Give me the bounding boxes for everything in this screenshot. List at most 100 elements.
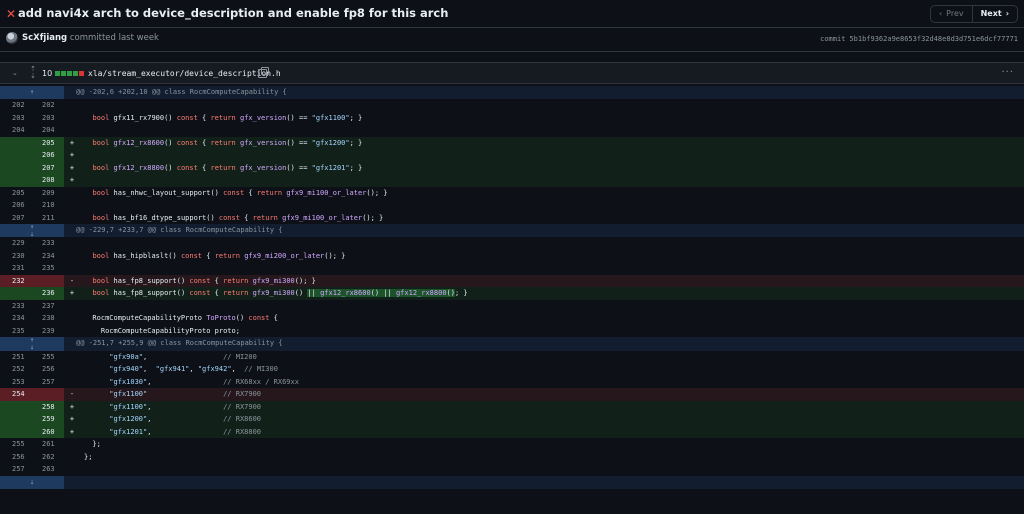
new-line-number[interactable]: 209 [32,187,64,200]
new-line-number[interactable]: 235 [32,262,64,275]
old-line-number[interactable]: 207 [0,212,32,225]
new-line-number[interactable] [32,388,64,401]
new-line-number[interactable]: 258 [32,400,64,414]
old-line-number[interactable]: 232 [0,274,32,288]
diff-sign: + [69,151,75,160]
new-line-number[interactable]: 237 [32,300,64,313]
old-line-number[interactable]: 235 [0,325,32,338]
new-line-number[interactable]: 204 [32,124,64,137]
expand-hunk-icon[interactable]: ⇡ ⇣ [0,336,64,351]
old-line-number[interactable]: 251 [0,351,32,364]
old-line-number[interactable] [0,161,32,175]
diffstat-square [61,71,66,76]
new-line-number[interactable]: 205 [32,136,64,150]
failed-status-icon[interactable]: ✕ [6,8,16,20]
diff-line-context: 230 234 bool has_hipblaslt() const { retu… [0,250,1024,263]
new-line-number[interactable]: 206 [32,149,64,162]
old-line-number[interactable]: 230 [0,250,32,263]
diff-sign [64,212,80,225]
new-line-number[interactable]: 210 [32,199,64,212]
diff-sign [64,351,80,364]
old-line-number[interactable]: 254 [0,388,32,401]
old-line-number[interactable]: 202 [0,99,32,112]
new-line-number[interactable]: 261 [32,438,64,451]
old-line-number[interactable]: 206 [0,199,32,212]
author-name[interactable]: ScXfjiang [22,33,67,43]
diff-sign [64,124,80,137]
diff-sign [64,312,80,325]
new-line-number[interactable]: 207 [32,161,64,175]
new-line-number[interactable]: 208 [32,174,64,187]
old-line-number[interactable]: 253 [0,376,32,389]
diff-sign: + [69,163,75,172]
diff-sign [64,438,80,451]
new-line-number[interactable]: 256 [32,363,64,376]
diff-line-added: 205 + bool gfx12_rx8600() const { return … [0,136,1024,150]
new-line-number[interactable]: 262 [32,451,64,464]
code-text: "gfx1201", // RX8800 [109,427,262,436]
old-line-number[interactable] [0,287,32,300]
code-text: "gfx940", "gfx941", "gfx942", // MI300 [109,365,278,374]
old-line-number[interactable]: 234 [0,312,32,325]
expand-down-icon[interactable]: ⇣ [0,475,64,489]
code-text: bool has_bf16_dtype_support() const { re… [92,213,384,222]
chevron-down-icon[interactable]: ⌄ [12,69,20,77]
expand-hunk-icon[interactable]: ⇡ ⇣ [0,223,64,238]
diff-sign: + [69,427,75,436]
old-line-number[interactable]: 231 [0,262,32,275]
old-line-number[interactable] [0,413,32,426]
old-line-number[interactable]: 229 [0,237,32,250]
old-line-number[interactable]: 256 [0,451,32,464]
diff-sign [64,237,80,250]
file-path[interactable]: xla/stream_executor/device_description.h [88,69,281,78]
new-line-number[interactable]: 260 [32,425,64,439]
copy-icon[interactable] [258,67,269,78]
new-line-number[interactable]: 234 [32,250,64,263]
code-text: "gfx1030", // RX68xx / RX69xx [109,377,299,386]
expand-all-icon[interactable]: ⇡ ⇣ [28,66,38,80]
old-line-number[interactable]: 255 [0,438,32,451]
new-line-number[interactable]: 238 [32,312,64,325]
new-line-number[interactable]: 259 [32,413,64,426]
author-info: ScXfjiang committed last week [22,33,159,43]
old-line-number[interactable]: 252 [0,363,32,376]
new-line-number[interactable]: 202 [32,99,64,112]
diff-sign [64,199,80,212]
code-text: bool has_nhwc_layout_support() const { r… [92,188,388,197]
new-line-number[interactable]: 255 [32,351,64,364]
diff-line-context: 251 255 "gfx90a", // MI200 [0,351,1024,364]
diff-line-context: 202 202 [0,99,1024,112]
new-line-number[interactable]: 239 [32,325,64,338]
old-line-number[interactable]: 204 [0,124,32,137]
new-line-number[interactable]: 203 [32,112,64,125]
code-text: "gfx1100", // RX7900 [109,402,262,411]
old-line-number[interactable]: 257 [0,463,32,476]
diff-line-deleted: 232 - bool has_fp8_support() const { retu… [0,274,1024,288]
next-button[interactable]: Next › [973,6,1017,22]
new-line-number[interactable]: 211 [32,212,64,225]
old-line-number[interactable] [0,174,32,187]
code-text: bool gfx12_rx8600() const { return gfx_v… [92,138,363,147]
old-line-number[interactable] [0,400,32,414]
more-options-icon[interactable]: ··· [1001,67,1014,78]
old-line-number[interactable]: 233 [0,300,32,313]
diff-line-added: 236 + bool has_fp8_support() const { retu… [0,287,1024,300]
old-line-number[interactable] [0,136,32,150]
old-line-number[interactable] [0,149,32,162]
commit-sha-value[interactable]: 5b1bf9362a9e8653f32d48e8d3d751e6dcf77771 [849,35,1018,43]
new-line-number[interactable]: 233 [32,237,64,250]
expand-hunk-icon[interactable]: ⇡ [0,86,64,100]
new-line-number[interactable]: 263 [32,463,64,476]
new-line-number[interactable]: 236 [32,287,64,300]
diff-sign: - [69,390,75,399]
old-line-number[interactable] [0,425,32,439]
old-line-number[interactable]: 203 [0,112,32,125]
prev-button[interactable]: ‹ Prev [931,6,973,22]
avatar[interactable] [6,32,18,44]
new-line-number[interactable] [32,274,64,288]
old-line-number[interactable]: 205 [0,187,32,200]
diff-line-context: 253 257 "gfx1030", // RX68xx / RX69xx [0,376,1024,389]
new-line-number[interactable]: 257 [32,376,64,389]
